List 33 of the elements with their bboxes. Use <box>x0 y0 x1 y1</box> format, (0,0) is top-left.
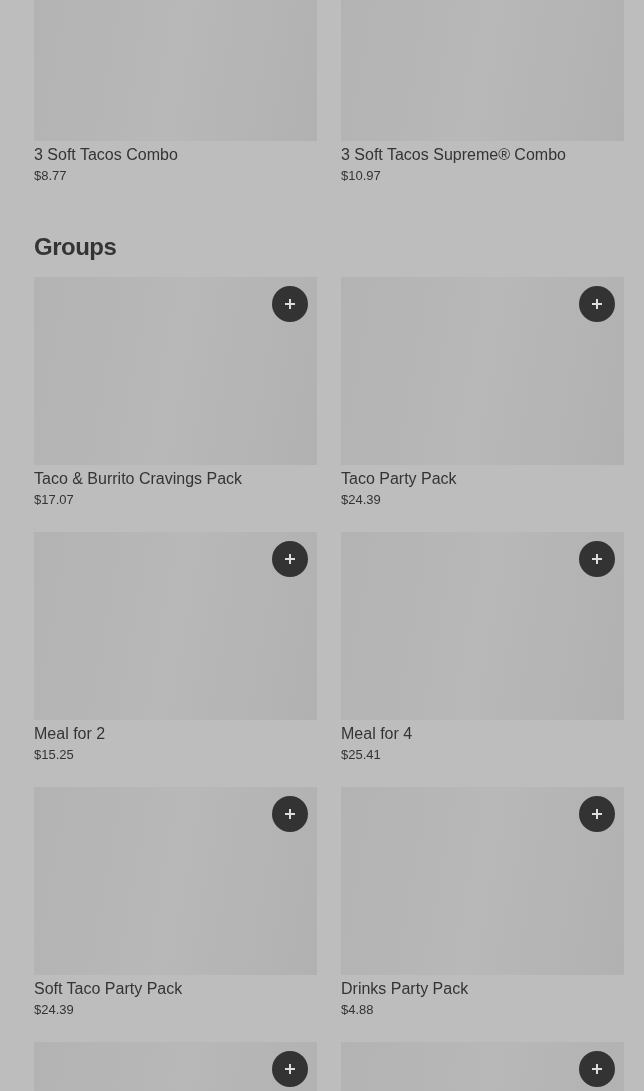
item-name: Taco Party Pack <box>341 469 458 489</box>
item-name: 3 Soft Tacos Supreme® Combo <box>341 145 567 165</box>
item-name: Taco & Burrito Cravings Pack <box>34 469 244 489</box>
add-button[interactable] <box>579 1051 615 1087</box>
add-button[interactable] <box>272 796 308 832</box>
item-name: Meal for 4 <box>341 724 414 744</box>
item-name: Drinks Party Pack <box>341 979 470 999</box>
item-price: $15.25 <box>34 747 75 763</box>
add-button[interactable] <box>272 1051 308 1087</box>
item-price: $8.77 <box>34 168 68 184</box>
add-button[interactable] <box>272 286 308 322</box>
item-price: $17.07 <box>34 492 75 508</box>
item-price: $25.41 <box>341 747 382 763</box>
plus-icon <box>591 808 603 820</box>
add-button[interactable] <box>579 796 615 832</box>
item-name: 3 Soft Tacos Combo <box>34 145 179 165</box>
plus-icon <box>284 298 296 310</box>
section-heading: Groups <box>34 232 118 262</box>
plus-icon <box>284 808 296 820</box>
plus-icon <box>284 553 296 565</box>
plus-icon <box>591 553 603 565</box>
plus-icon <box>284 1063 296 1075</box>
item-price: $10.97 <box>341 168 382 184</box>
item-price: $24.39 <box>341 492 382 508</box>
plus-icon <box>591 1063 603 1075</box>
item-name: Soft Taco Party Pack <box>34 979 184 999</box>
add-button[interactable] <box>579 541 615 577</box>
item-price: $4.88 <box>341 1002 375 1018</box>
add-button[interactable] <box>579 286 615 322</box>
item-price: $24.39 <box>34 1002 75 1018</box>
item-name: Meal for 2 <box>34 724 107 744</box>
plus-icon <box>591 298 603 310</box>
add-button[interactable] <box>272 541 308 577</box>
